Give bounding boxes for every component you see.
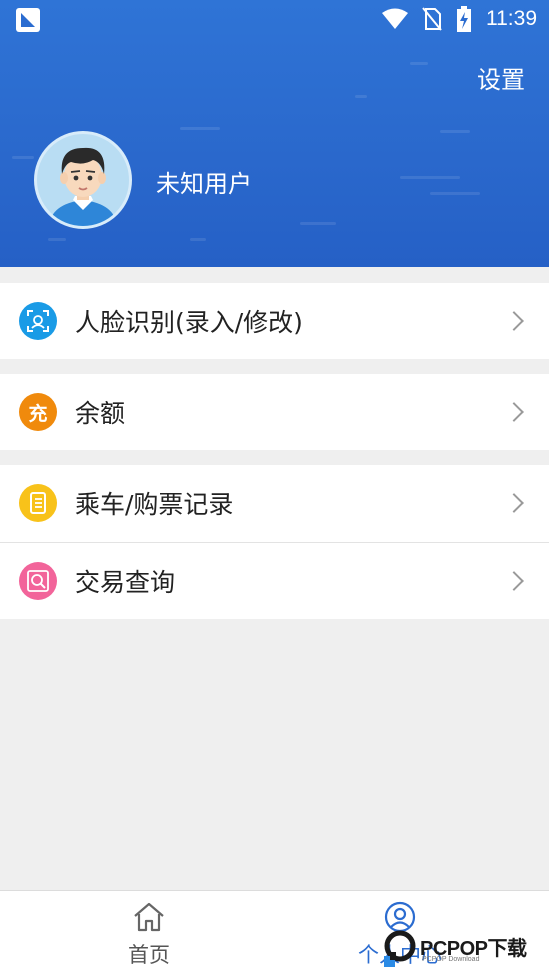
menu-item-transaction-query[interactable]: 交易查询 — [0, 543, 549, 619]
menu-group-records: 乘车/购票记录 交易查询 — [0, 465, 549, 619]
menu-item-label: 人脸识别(录入/修改) — [75, 308, 303, 337]
record-list-icon — [19, 484, 57, 522]
chevron-right-icon — [504, 402, 524, 422]
app-notification-icon — [16, 8, 40, 32]
menu-group-face: 人脸识别(录入/修改) — [0, 283, 549, 359]
nav-label-home: 首页 — [128, 943, 170, 967]
no-sim-icon — [422, 7, 442, 31]
menu-item-ride-records[interactable]: 乘车/购票记录 — [0, 465, 549, 541]
battery-charging-icon — [457, 6, 471, 32]
nav-item-home[interactable]: 首页 — [12, 891, 286, 976]
username: 未知用户 — [156, 170, 252, 198]
profile-header: 11:39 设置 未知用户 — [0, 0, 549, 267]
status-bar: 11:39 — [0, 0, 549, 40]
menu-item-label: 余额 — [75, 399, 126, 428]
home-icon — [134, 902, 164, 932]
face-scan-icon — [19, 302, 57, 340]
menu-item-face-recognition[interactable]: 人脸识别(录入/修改) — [0, 283, 549, 359]
wifi-icon — [382, 8, 408, 29]
chevron-right-icon — [504, 311, 524, 331]
pcpop-logo-icon — [384, 930, 416, 967]
chevron-right-icon — [504, 493, 524, 513]
settings-button[interactable]: 设置 — [477, 60, 525, 95]
menu-item-label: 乘车/购票记录 — [75, 490, 234, 519]
avatar[interactable] — [34, 131, 132, 229]
menu-item-balance[interactable]: 充 余额 — [0, 374, 549, 450]
menu-group-balance: 充 余额 — [0, 374, 549, 450]
recharge-icon: 充 — [19, 393, 57, 431]
watermark-subtext: PCPOP Download — [422, 956, 480, 963]
transaction-search-icon — [19, 562, 57, 600]
status-time: 11:39 — [486, 7, 537, 30]
chevron-right-icon — [504, 571, 524, 591]
user-avatar-icon — [49, 147, 117, 226]
watermark: PCPOP下载 PCPOP Download — [380, 926, 549, 976]
menu-item-label: 交易查询 — [75, 568, 176, 597]
